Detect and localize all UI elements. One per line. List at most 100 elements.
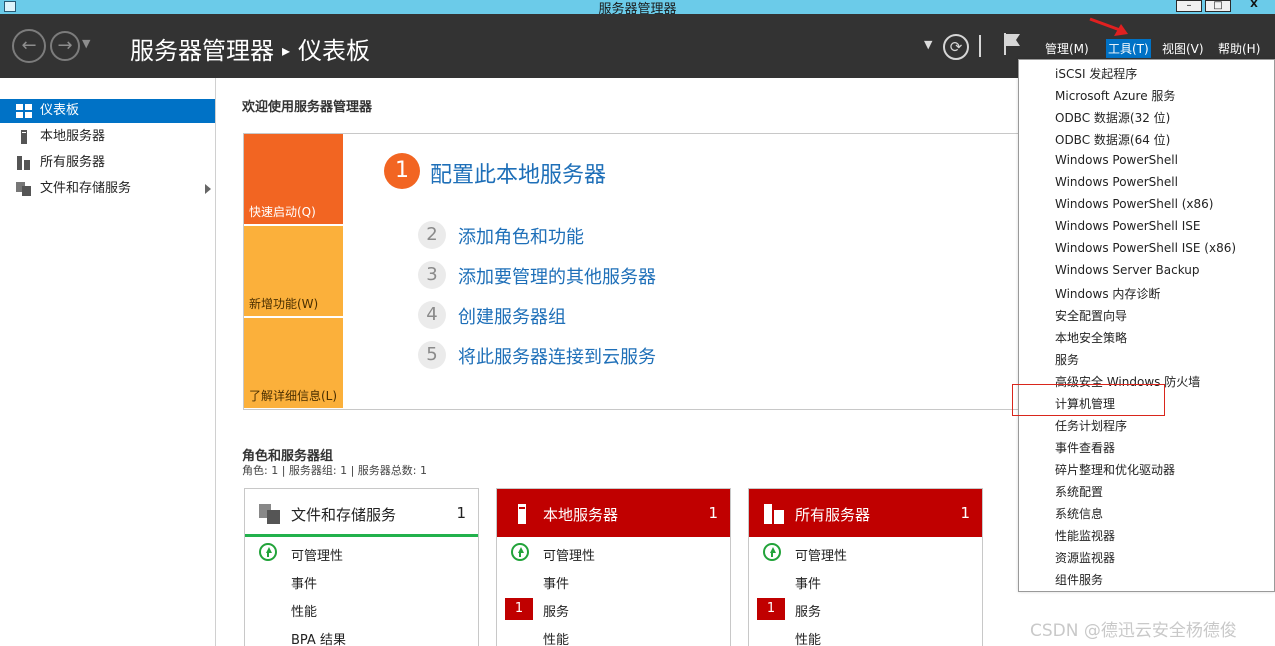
tile-quick-start[interactable]: 快速启动(Q): [244, 134, 343, 224]
menu-item[interactable]: 性能监视器: [1055, 527, 1115, 544]
ok-status-icon: [511, 543, 529, 561]
card-count: 1: [960, 504, 970, 522]
storage-icon: [16, 182, 31, 196]
tile-label: 新增功能(W): [249, 297, 319, 311]
server-icon: [518, 504, 526, 524]
card-row[interactable]: 服务: [543, 601, 569, 620]
card-row[interactable]: 可管理性: [291, 545, 343, 564]
role-card-file-storage[interactable]: 文件和存储服务 1 可管理性 事件 性能 BPA 结果: [244, 488, 479, 646]
card-row[interactable]: 性能: [543, 629, 569, 646]
card-row[interactable]: 可管理性: [543, 545, 595, 564]
history-dropdown-icon[interactable]: ▼: [82, 37, 90, 50]
quick-start-panel: [243, 133, 1103, 410]
menu-item[interactable]: 系统配置: [1055, 483, 1103, 500]
server-icon: [21, 130, 27, 144]
sidebar-item-local-server[interactable]: 本地服务器: [0, 125, 215, 149]
card-title: 文件和存储服务: [291, 506, 397, 524]
menu-item[interactable]: 事件查看器: [1055, 439, 1115, 456]
tile-label: 快速启动(Q): [249, 205, 316, 219]
role-card-local-server[interactable]: 本地服务器 1 可管理性 事件 1 服务 性能: [496, 488, 731, 646]
expand-arrow-icon[interactable]: [205, 184, 211, 194]
step-number: 1: [384, 153, 420, 189]
card-header[interactable]: 文件和存储服务 1: [245, 489, 478, 537]
watermark: CSDN @德迅云安全杨德俊: [1030, 621, 1237, 641]
menu-manage[interactable]: 管理(M): [1043, 39, 1091, 58]
step-create-group-link[interactable]: 创建服务器组: [458, 303, 566, 329]
tile-learn-more[interactable]: 了解详细信息(L): [244, 318, 343, 408]
role-card-all-servers[interactable]: 所有服务器 1 可管理性 事件 1 服务 性能: [748, 488, 983, 646]
step-configure-local-server-link[interactable]: 配置此本地服务器: [430, 157, 606, 189]
card-header[interactable]: 所有服务器 1: [749, 489, 982, 537]
sidebar-item-label: 仪表板: [40, 103, 80, 118]
card-row[interactable]: 事件: [291, 573, 317, 592]
menu-item[interactable]: Windows PowerShell: [1055, 175, 1178, 189]
dashboard-icon: [16, 104, 32, 118]
card-header[interactable]: 本地服务器 1: [497, 489, 730, 537]
notifications-flag-icon[interactable]: [1002, 32, 1022, 56]
menu-item[interactable]: iSCSI 发起程序: [1055, 65, 1137, 82]
card-row[interactable]: 服务: [795, 601, 821, 620]
step-number: 3: [418, 261, 446, 289]
forward-arrow-icon[interactable]: →: [50, 31, 80, 61]
menu-item[interactable]: 组件服务: [1055, 571, 1103, 588]
menu-item[interactable]: 系统信息: [1055, 505, 1103, 522]
tile-label: 了解详细信息(L): [249, 389, 338, 403]
card-row[interactable]: 事件: [795, 573, 821, 592]
sidebar: 仪表板 本地服务器 所有服务器 文件和存储服务: [0, 78, 216, 646]
divider: [979, 35, 981, 57]
step-add-servers-link[interactable]: 添加要管理的其他服务器: [458, 263, 656, 289]
refresh-icon[interactable]: ⟳: [943, 34, 969, 60]
card-row[interactable]: 可管理性: [795, 545, 847, 564]
sidebar-item-file-storage[interactable]: 文件和存储服务: [0, 177, 215, 201]
menu-item[interactable]: 服务: [1055, 351, 1079, 368]
welcome-title: 欢迎使用服务器管理器: [242, 100, 373, 115]
menu-item[interactable]: Windows PowerShell ISE (x86): [1055, 241, 1236, 255]
sidebar-item-dashboard[interactable]: 仪表板: [0, 99, 215, 123]
menu-item[interactable]: ODBC 数据源(32 位): [1055, 109, 1170, 126]
menu-help[interactable]: 帮助(H): [1216, 39, 1262, 58]
maximize-button[interactable]: □: [1205, 0, 1231, 12]
menu-item[interactable]: 资源监视器: [1055, 549, 1115, 566]
refresh-dropdown-icon[interactable]: ▼: [924, 38, 932, 51]
annotation-highlight-box: [1012, 384, 1165, 416]
menu-item[interactable]: ODBC 数据源(64 位): [1055, 131, 1170, 148]
menu-view[interactable]: 视图(V): [1160, 39, 1206, 58]
breadcrumb-app: 服务器管理器: [130, 37, 274, 65]
minimize-button[interactable]: –: [1176, 0, 1202, 12]
title-bar: 服务器管理器 – □ X: [0, 0, 1275, 17]
menu-item[interactable]: 碎片整理和优化驱动器: [1055, 461, 1175, 478]
menu-item[interactable]: Windows 内存诊断: [1055, 285, 1160, 302]
menu-item[interactable]: Windows Server Backup: [1055, 263, 1200, 277]
sidebar-item-label: 文件和存储服务: [40, 181, 132, 196]
menu-item[interactable]: Windows PowerShell: [1055, 153, 1178, 167]
card-title: 所有服务器: [795, 506, 871, 524]
menu-item[interactable]: 任务计划程序: [1055, 417, 1127, 434]
tile-whats-new[interactable]: 新增功能(W): [244, 226, 343, 316]
back-arrow-icon[interactable]: ←: [12, 29, 46, 63]
annotation-arrow-icon: [1089, 17, 1128, 36]
step-connect-cloud-link[interactable]: 将此服务器连接到云服务: [458, 343, 656, 369]
breadcrumb-separator: ▸: [282, 41, 291, 60]
alert-badge: 1: [505, 598, 533, 620]
menu-item[interactable]: 安全配置向导: [1055, 307, 1127, 324]
step-number: 4: [418, 301, 446, 329]
servers-icon: [764, 504, 784, 524]
card-count: 1: [456, 504, 466, 522]
sidebar-item-label: 本地服务器: [40, 129, 106, 144]
card-row[interactable]: 事件: [543, 573, 569, 592]
card-row[interactable]: BPA 结果: [291, 629, 346, 646]
sidebar-item-all-servers[interactable]: 所有服务器: [0, 151, 215, 175]
tools-menu-dropdown: iSCSI 发起程序 Microsoft Azure 服务 ODBC 数据源(3…: [1018, 59, 1275, 592]
card-row[interactable]: 性能: [291, 601, 317, 620]
menu-item[interactable]: Windows PowerShell ISE: [1055, 219, 1201, 233]
ok-status-icon: [259, 543, 277, 561]
menu-tools[interactable]: 工具(T): [1106, 39, 1151, 58]
card-count: 1: [708, 504, 718, 522]
step-add-roles-link[interactable]: 添加角色和功能: [458, 223, 584, 249]
ok-status-icon: [763, 543, 781, 561]
card-row[interactable]: 性能: [795, 629, 821, 646]
menu-item[interactable]: Microsoft Azure 服务: [1055, 87, 1175, 104]
close-button[interactable]: X: [1234, 0, 1274, 12]
menu-item[interactable]: Windows PowerShell (x86): [1055, 197, 1213, 211]
menu-item[interactable]: 本地安全策略: [1055, 329, 1127, 346]
